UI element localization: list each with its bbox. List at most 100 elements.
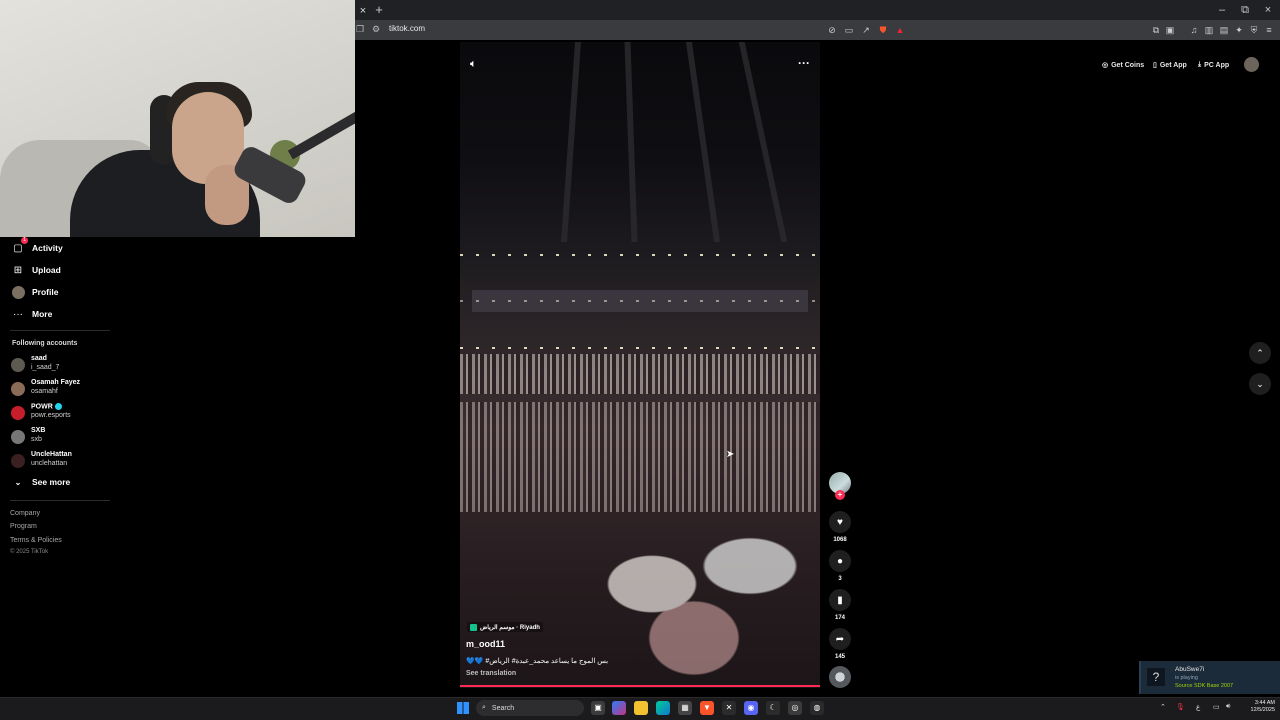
tray-overflow-icon[interactable]: ⌃ (1160, 703, 1166, 711)
wallet-icon[interactable]: ▤ (1218, 24, 1230, 36)
monitor-icon[interactable]: ▭ (1213, 703, 1220, 711)
following-account[interactable]: UncleHattan unclehattan (10, 451, 120, 471)
avatar (11, 430, 25, 444)
follow-plus-icon[interactable]: + (835, 490, 845, 500)
share-icon[interactable]: ↗ (860, 24, 872, 36)
pc-app-button[interactable]: ⤓ PC App (1198, 59, 1229, 71)
comment-count: 3 (838, 576, 842, 582)
sidebar-item-more[interactable]: ··· More (10, 305, 52, 323)
avatar (11, 406, 25, 420)
upload-icon: ⊞ (13, 264, 23, 276)
shield-icon[interactable]: ⛨ (1248, 24, 1260, 36)
volume-tray-icon[interactable]: 🔊︎ (1226, 703, 1230, 711)
screenshot-icon[interactable]: ▣ (1164, 24, 1176, 36)
following-account[interactable]: SXB sxb (10, 427, 120, 447)
game-icon: ? (1147, 668, 1165, 686)
bookmark-icon[interactable]: ❐ (356, 24, 364, 36)
steam-notification[interactable]: ? AbuSwe7i is playing Source SDK Base 20… (1139, 661, 1280, 694)
next-video-button[interactable]: ⌄ (1249, 373, 1271, 395)
sidebar-item-upload[interactable]: ⊞ Upload (10, 261, 61, 279)
edge-icon[interactable] (656, 701, 670, 715)
bookmark-icon: ▮ (837, 594, 843, 606)
brave-shield-icon[interactable]: ⛊ (877, 24, 889, 36)
account-handle: powr.esports (31, 412, 71, 419)
taskbar-search[interactable]: ⌕ Search (476, 700, 584, 716)
menu-icon[interactable]: ≡ (1263, 24, 1275, 36)
location-tag[interactable]: موسم الرياض · Riyadh (467, 622, 543, 632)
minimize-button[interactable]: – (1211, 2, 1233, 18)
steam-game: Source SDK Base 2007 (1175, 683, 1234, 689)
file-explorer-icon[interactable] (634, 701, 648, 715)
task-view-icon[interactable]: ▣ (591, 701, 605, 715)
share-button[interactable]: ➦ (829, 628, 851, 650)
account-name: Osamah Fayez (31, 379, 81, 386)
account-name: saad (31, 355, 47, 362)
user-avatar[interactable] (1244, 57, 1259, 72)
footer-link-terms[interactable]: Terms & Policies (10, 537, 62, 544)
discord-icon[interactable]: ◉ (744, 701, 758, 715)
video-progress-bar[interactable] (460, 685, 820, 687)
copilot-icon[interactable] (612, 701, 626, 715)
copyright: © 2025 TikTok (10, 549, 49, 555)
following-accounts-title: Following accounts (12, 340, 78, 347)
chevron-down-icon: ⌄ (14, 477, 22, 487)
save-button[interactable]: ▮ (829, 589, 851, 611)
store-icon[interactable]: ▦ (678, 701, 692, 715)
following-account[interactable]: POWR powr.esports (10, 403, 120, 423)
brave-icon[interactable]: ▼ (700, 701, 714, 715)
sidebar-item-label: More (32, 309, 53, 319)
new-tab-button[interactable]: + (373, 2, 385, 18)
obs-icon[interactable]: ◎ (788, 701, 802, 715)
language-indicator[interactable]: ع (1196, 703, 1200, 711)
more-options-icon[interactable]: ··· (798, 56, 810, 70)
vpn-icon[interactable]: ✦ (1233, 24, 1245, 36)
microphone-icon[interactable]: 🎙︎ (1176, 703, 1185, 711)
url-text[interactable]: tiktok.com (389, 24, 425, 33)
video-player[interactable]: 🔈︎ ··· موسم الرياض · Riyadh m_ood11 بس ا… (460, 42, 820, 688)
extensions-icon[interactable]: ⧉ (1150, 24, 1162, 36)
footer-link-company[interactable]: Company (10, 510, 40, 517)
volume-icon[interactable]: 🔈︎ (470, 58, 477, 71)
phone-icon: ▯ (1153, 62, 1157, 69)
get-coins-button[interactable]: ◎ Get Coins (1102, 59, 1144, 71)
previous-video-button[interactable]: ⌃ (1249, 342, 1271, 364)
brave-rewards-icon[interactable]: ▲ (894, 24, 906, 36)
footer-link-program[interactable]: Program (10, 523, 37, 530)
following-account[interactable]: saad i_saad_7 (10, 355, 120, 375)
share-count: 145 (834, 654, 845, 660)
see-translation-link[interactable]: See translation (466, 670, 516, 677)
media-icon[interactable]: ♫ (1188, 24, 1200, 36)
install-icon[interactable]: ▭ (843, 24, 855, 36)
more-icon: ··· (13, 308, 23, 320)
account-name: UncleHattan (31, 451, 72, 458)
comment-button[interactable]: ● (829, 550, 851, 572)
music-disc-icon[interactable] (829, 666, 851, 688)
see-more-button[interactable]: ⌄ See more (12, 477, 71, 487)
chevron-down-icon: ⌄ (1256, 378, 1264, 389)
sidebar-toggle-icon[interactable]: ▥ (1203, 24, 1215, 36)
following-account[interactable]: Osamah Fayez osamahf (10, 379, 120, 399)
site-info-icon[interactable]: ⚙ (372, 24, 382, 36)
steam-icon[interactable]: ◍ (810, 701, 824, 715)
account-name: POWR (31, 403, 62, 410)
xbox-icon[interactable]: ✕ (722, 701, 736, 715)
sidebar-item-activity[interactable]: ▢ 1 Activity (10, 237, 63, 257)
system-clock[interactable]: 3:44 AM 12/5/2025 (1243, 700, 1275, 714)
cast-icon[interactable]: ⊘ (826, 24, 838, 36)
mouse-cursor-icon: ➤ (726, 449, 735, 460)
video-author[interactable]: m_ood11 (466, 639, 505, 649)
like-button[interactable]: ♥ (829, 511, 851, 533)
steam-status: is playing (1175, 675, 1198, 681)
app-icon[interactable]: ☾ (766, 701, 780, 715)
restore-button[interactable]: ⧉ (1234, 2, 1256, 18)
webcam-overlay (0, 0, 355, 237)
coin-icon: ◎ (1102, 62, 1109, 69)
share-arrow-icon: ➦ (835, 633, 845, 645)
close-window-button[interactable]: × (1257, 2, 1279, 18)
sidebar-item-profile[interactable]: Profile (10, 283, 58, 301)
verified-icon (54, 403, 62, 410)
get-app-button[interactable]: ▯ Get App (1153, 59, 1187, 71)
avatar (11, 454, 25, 468)
tab-close-button[interactable]: × (356, 2, 370, 20)
start-button[interactable] (457, 702, 469, 714)
